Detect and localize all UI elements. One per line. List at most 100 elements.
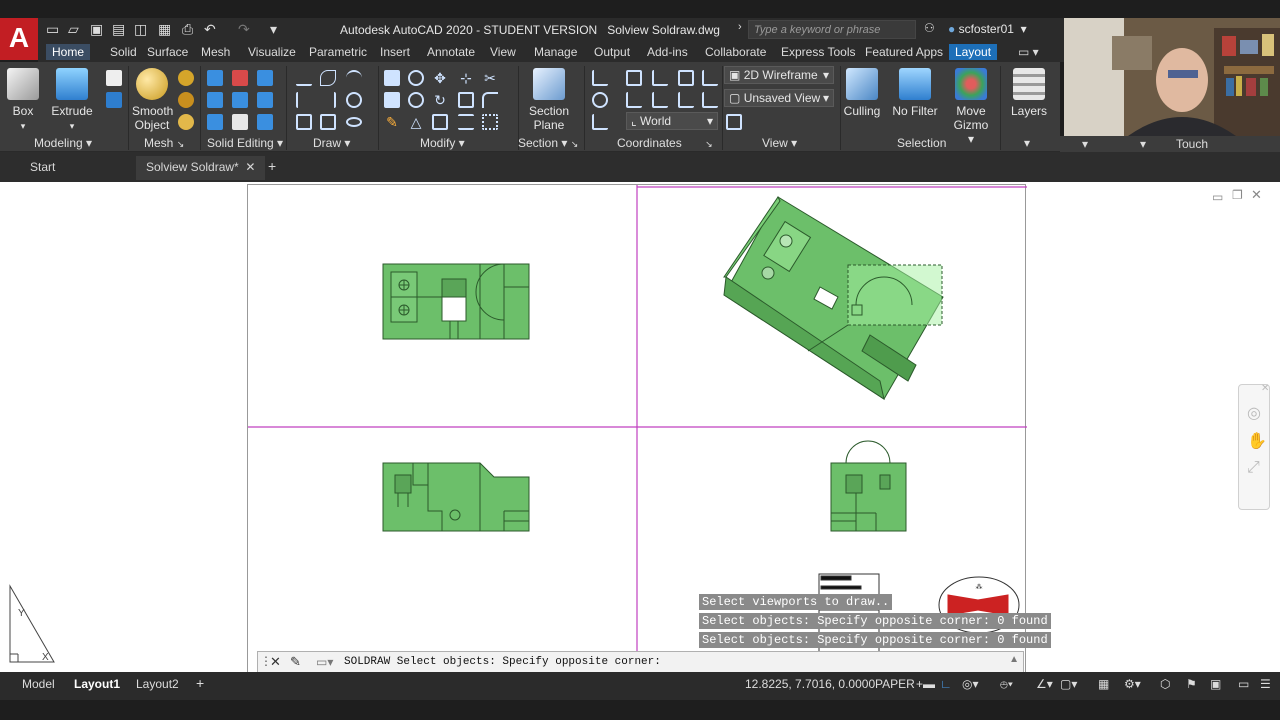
rotate-icon[interactable]: ↻ bbox=[432, 92, 448, 108]
scale-icon[interactable]: ⊹ bbox=[458, 70, 474, 86]
object-snap-icon[interactable]: ∠▾ bbox=[1036, 677, 1053, 691]
side-view[interactable] bbox=[830, 440, 907, 532]
binoculars-icon[interactable]: ⚇ bbox=[924, 21, 935, 35]
ucs-z-icon[interactable] bbox=[702, 70, 718, 86]
ucs-zaxis-icon[interactable] bbox=[702, 92, 718, 108]
chevron-right-icon[interactable]: › bbox=[738, 21, 742, 33]
panel-coordinates[interactable]: Coordinates ↘ bbox=[617, 136, 713, 150]
tab-layout[interactable]: Layout bbox=[949, 44, 998, 60]
new-layout-icon[interactable]: + bbox=[196, 675, 204, 691]
ellipse-icon[interactable] bbox=[346, 117, 362, 127]
panel-modeling[interactable]: Modeling ▾ bbox=[34, 136, 92, 150]
panel-expand-1-icon[interactable]: ▾ bbox=[1082, 137, 1088, 151]
panel-draw[interactable]: Draw ▾ bbox=[313, 136, 350, 150]
grid-icon[interactable]: +▬ bbox=[916, 677, 935, 691]
customize-icon[interactable]: ✎ bbox=[290, 654, 301, 670]
panel-expand-2-icon[interactable]: ▾ bbox=[1140, 137, 1146, 151]
named-view-dropdown[interactable]: ▢ Unsaved View ▾ bbox=[724, 89, 834, 107]
move-gizmo-button[interactable]: Move Gizmo ▾ bbox=[950, 68, 992, 146]
polysolid-icon[interactable] bbox=[106, 70, 122, 86]
tab-home[interactable]: Home bbox=[46, 44, 91, 60]
tab-start[interactable]: Start bbox=[30, 160, 55, 174]
extrude-button[interactable]: Extrude ▾ bbox=[50, 68, 94, 133]
isolate-icon[interactable]: ▣ bbox=[1210, 677, 1221, 691]
panel-solid-editing[interactable]: Solid Editing ▾ bbox=[207, 136, 283, 150]
no-filter-button[interactable]: No Filter bbox=[890, 68, 940, 118]
separate-icon[interactable] bbox=[257, 92, 273, 108]
tab-view[interactable]: View bbox=[484, 44, 522, 60]
close-icon[interactable]: ✕ bbox=[1251, 187, 1262, 203]
array-rect-icon[interactable] bbox=[482, 114, 498, 130]
subtract-icon[interactable] bbox=[207, 92, 223, 108]
recent-commands-icon[interactable]: ▭▾ bbox=[316, 655, 333, 669]
steering-wheel-icon[interactable]: ◎ bbox=[1247, 403, 1261, 423]
stretch-icon[interactable]: ✥ bbox=[432, 70, 448, 86]
tab-model[interactable]: Model bbox=[22, 677, 55, 691]
polar-icon[interactable]: ◎▾ bbox=[962, 677, 979, 691]
polyline-icon[interactable] bbox=[320, 70, 336, 86]
gear-icon[interactable]: ⚙▾ bbox=[1124, 677, 1141, 691]
box-button[interactable]: Box ▾ bbox=[6, 68, 40, 133]
panel-mesh[interactable]: Mesh ↘ bbox=[144, 136, 184, 150]
refine-mesh-icon[interactable] bbox=[178, 114, 194, 130]
ucs-3point-icon[interactable] bbox=[678, 92, 694, 108]
paper-sheet[interactable]: ⁂ bbox=[247, 184, 1027, 675]
align-icon[interactable] bbox=[458, 114, 474, 130]
user-account[interactable]: ● scfoster01 ▾ bbox=[948, 22, 1027, 36]
arc-icon[interactable] bbox=[346, 70, 362, 86]
slice-icon[interactable] bbox=[257, 70, 273, 86]
circle-icon[interactable] bbox=[346, 92, 362, 108]
tab-add-ins[interactable]: Add-ins bbox=[641, 44, 694, 60]
mesh-smooth-more-icon[interactable] bbox=[178, 70, 194, 86]
restore-icon[interactable]: ❐ bbox=[1232, 188, 1243, 202]
panel-section[interactable]: Section ▾ ↘ bbox=[518, 136, 578, 150]
rectangle-icon[interactable] bbox=[320, 114, 336, 130]
ucs-view-icon[interactable] bbox=[626, 70, 642, 86]
spline-icon[interactable] bbox=[296, 92, 312, 108]
smooth-object-button[interactable]: Smooth Object bbox=[132, 68, 173, 132]
layers-button[interactable]: Layers bbox=[1008, 68, 1050, 118]
search-input[interactable]: Type a keyword or phrase bbox=[748, 20, 916, 39]
copy-icon[interactable] bbox=[408, 92, 424, 108]
shell-icon[interactable] bbox=[257, 114, 273, 130]
new-icon[interactable]: ▭ bbox=[46, 21, 59, 38]
selection-cycling-icon[interactable]: ▢▾ bbox=[1060, 677, 1077, 691]
visual-style-dropdown[interactable]: ▣ 2D Wireframe ▾ bbox=[724, 66, 834, 84]
world-ucs-icon[interactable] bbox=[592, 92, 608, 108]
minimize-icon[interactable]: ▭ bbox=[1212, 190, 1223, 204]
drawing-canvas[interactable]: ⁂ ▭ ❐ ✕ Y X ◎ ✋ ⤢ ✕ bbox=[0, 182, 1280, 675]
tab-layout1[interactable]: Layout1 bbox=[74, 677, 120, 691]
ortho-icon[interactable]: ∟ bbox=[940, 677, 952, 691]
ucs-origin-icon[interactable] bbox=[652, 70, 668, 86]
save-as-icon[interactable]: ▤ bbox=[112, 21, 125, 38]
zoom-extents-icon[interactable]: ⤢ bbox=[1247, 459, 1260, 477]
close-command-icon[interactable]: ✕ bbox=[270, 654, 281, 670]
panel-selection[interactable]: Selection bbox=[897, 136, 946, 150]
section-plane-button[interactable]: Section Plane bbox=[526, 68, 572, 132]
isometric-view[interactable] bbox=[723, 196, 944, 401]
tab-insert[interactable]: Insert bbox=[374, 44, 416, 60]
tab-annotate[interactable]: Annotate bbox=[421, 44, 481, 60]
explode-icon[interactable]: △ bbox=[408, 114, 424, 130]
customization-menu-icon[interactable]: ☰ bbox=[1260, 677, 1271, 691]
tab-visualize[interactable]: Visualize bbox=[242, 44, 302, 60]
history-toggle-icon[interactable]: ▲ bbox=[1009, 654, 1019, 665]
ucs-x-icon[interactable] bbox=[626, 92, 642, 108]
tab-surface[interactable]: Surface bbox=[141, 44, 194, 60]
ucs-y-icon[interactable] bbox=[652, 92, 668, 108]
tab-featured-apps[interactable]: Featured Apps bbox=[859, 44, 949, 60]
customize-icon[interactable]: ▾ bbox=[270, 21, 277, 38]
top-view[interactable] bbox=[382, 263, 530, 340]
viewport-config-icon[interactable] bbox=[726, 114, 742, 130]
presspull-icon[interactable] bbox=[106, 92, 122, 108]
open-icon[interactable]: ▱ bbox=[68, 21, 79, 38]
lineweight-icon[interactable]: ▦ bbox=[1098, 677, 1109, 691]
ucs-dropdown[interactable]: ⌞ World ▾ bbox=[626, 112, 718, 130]
pan-icon[interactable]: ✋ bbox=[1247, 431, 1267, 451]
imprint-icon[interactable] bbox=[232, 92, 248, 108]
annotation-icon[interactable]: ⬡ bbox=[1160, 677, 1170, 691]
trim-icon[interactable]: ✂ bbox=[482, 70, 498, 86]
layers-expand-icon[interactable]: ▾ bbox=[1024, 136, 1030, 150]
new-tab-icon[interactable]: + bbox=[268, 158, 276, 174]
autocad-logo[interactable]: A bbox=[0, 18, 38, 60]
